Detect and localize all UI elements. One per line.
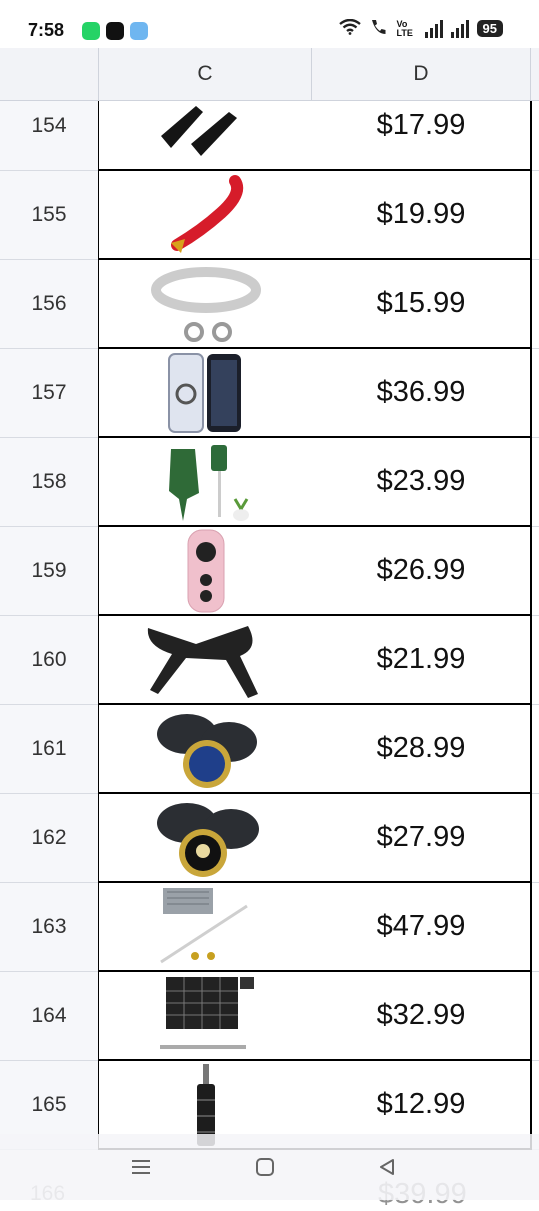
- table-row: 160 $21.99: [0, 616, 539, 705]
- row-number[interactable]: 163: [0, 883, 99, 972]
- table-row: 159 $26.99: [0, 527, 539, 616]
- navigation-bar: [0, 1134, 539, 1200]
- product-image-cell[interactable]: [98, 883, 313, 972]
- product-image-cell[interactable]: [98, 349, 313, 438]
- row-number[interactable]: 156: [0, 260, 99, 349]
- row-number[interactable]: 155: [0, 171, 99, 260]
- column-header-d[interactable]: D: [312, 48, 531, 100]
- price-cell[interactable]: $26.99: [312, 527, 532, 616]
- price-cell[interactable]: $19.99: [312, 171, 532, 260]
- network-type-label: Vo LTE: [396, 18, 413, 38]
- column-header-e[interactable]: [531, 48, 539, 100]
- table-row: 162 $27.99: [0, 794, 539, 883]
- product-image-cell[interactable]: [98, 260, 313, 349]
- empty-cell[interactable]: [532, 794, 539, 883]
- empty-cell[interactable]: [532, 171, 539, 260]
- whatsapp-icon: [82, 22, 100, 40]
- back-button[interactable]: [372, 1152, 402, 1182]
- empty-cell[interactable]: [532, 972, 539, 1061]
- recent-apps-button[interactable]: [126, 1152, 156, 1182]
- call-icon: [369, 18, 389, 39]
- back-icon: [380, 1159, 394, 1175]
- battery-indicator: 95: [476, 20, 503, 37]
- product-image-cell[interactable]: [98, 705, 313, 794]
- product-image-cell[interactable]: [98, 527, 313, 616]
- home-icon: [256, 1158, 274, 1176]
- row-number[interactable]: 162: [0, 794, 99, 883]
- table-row: 161 $28.99: [0, 705, 539, 794]
- table-row: 157 $36.99: [0, 349, 539, 438]
- status-bar: 7:58 Vo LTE 95: [0, 0, 539, 48]
- empty-cell[interactable]: [532, 527, 539, 616]
- table-row: 156 $15.99: [0, 260, 539, 349]
- price-cell[interactable]: $23.99: [312, 438, 532, 527]
- product-image-cell[interactable]: [98, 171, 313, 260]
- empty-cell[interactable]: [532, 616, 539, 705]
- product-image-cell[interactable]: [98, 972, 313, 1061]
- table-row: 164 $32.99: [0, 972, 539, 1061]
- signal-strength-icon: [424, 19, 443, 38]
- menu-icon: [132, 1160, 150, 1174]
- row-number[interactable]: 164: [0, 972, 99, 1061]
- price-cell[interactable]: $21.99: [312, 616, 532, 705]
- table-row: 158 $23.99: [0, 438, 539, 527]
- status-time: 7:58: [28, 20, 65, 40]
- price-cell[interactable]: $36.99: [312, 349, 532, 438]
- price-cell[interactable]: $47.99: [312, 883, 532, 972]
- table-row: 155 $19.99: [0, 171, 539, 260]
- youtube-icon: [106, 22, 124, 40]
- product-image-cell[interactable]: [98, 616, 313, 705]
- column-header-c[interactable]: C: [99, 48, 312, 100]
- row-number[interactable]: 161: [0, 705, 99, 794]
- empty-cell[interactable]: [532, 883, 539, 972]
- product-image-cell[interactable]: [98, 438, 313, 527]
- price-cell[interactable]: $15.99: [312, 260, 532, 349]
- empty-cell[interactable]: [532, 260, 539, 349]
- empty-cell[interactable]: [532, 438, 539, 527]
- row-number[interactable]: 159: [0, 527, 99, 616]
- wifi-icon: [338, 18, 361, 38]
- select-all-corner[interactable]: [0, 48, 99, 100]
- product-image-cell[interactable]: [98, 794, 313, 883]
- table-row: 163 $47.99: [0, 883, 539, 972]
- price-cell[interactable]: $32.99: [312, 972, 532, 1061]
- row-number[interactable]: 157: [0, 349, 99, 438]
- row-number[interactable]: 158: [0, 438, 99, 527]
- signal-strength-icon-2: [450, 19, 469, 38]
- row-number[interactable]: 160: [0, 616, 99, 705]
- price-cell[interactable]: $27.99: [312, 794, 532, 883]
- home-button[interactable]: [250, 1152, 280, 1182]
- price-cell[interactable]: $28.99: [312, 705, 532, 794]
- column-header-row: C D: [0, 48, 539, 101]
- weather-icon: [130, 22, 148, 40]
- empty-cell[interactable]: [532, 349, 539, 438]
- empty-cell[interactable]: [532, 705, 539, 794]
